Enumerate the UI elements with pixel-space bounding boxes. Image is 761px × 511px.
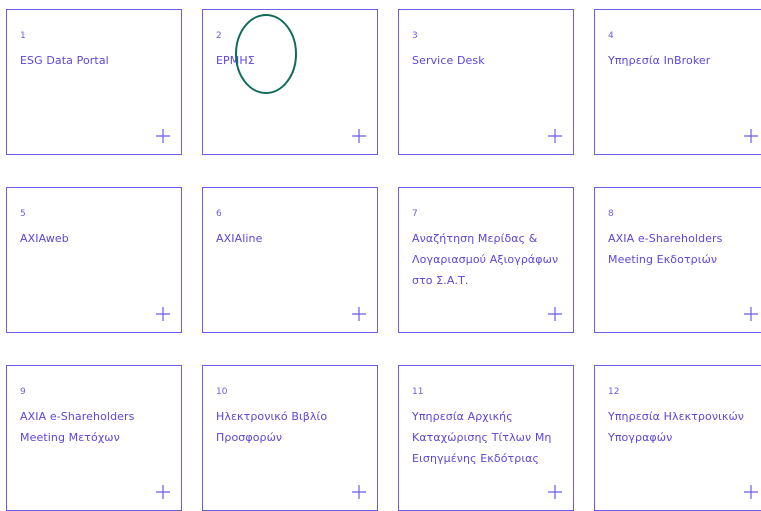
service-card-axialine[interactable]: 6 AXIAline: [202, 187, 378, 333]
plus-icon[interactable]: [547, 484, 563, 500]
service-card-ermis[interactable]: 2 ΕΡΜΗΣ: [202, 9, 378, 155]
card-number: 12: [608, 387, 620, 397]
card-title: ESG Data Portal: [20, 54, 109, 67]
card-title: Ηλεκτρονικό Βιβλίο Προσφορών: [216, 410, 328, 444]
card-title: Υπηρεσία Αρχικής Καταχώρισης Τίτλων Μη Ε…: [412, 410, 552, 465]
card-title: Υπηρεσία InBroker: [608, 54, 711, 67]
card-number: 3: [412, 31, 418, 41]
card-title: AXIA e-Shareholders Meeting Μετόχων: [20, 410, 135, 444]
card-title: Αναζήτηση Μερίδας & Λογαριασμού Αξιογράφ…: [412, 232, 559, 287]
card-number: 4: [608, 31, 614, 41]
plus-icon[interactable]: [743, 306, 759, 322]
service-card-electronic-book[interactable]: 10 Ηλεκτρονικό Βιβλίο Προσφορών: [202, 365, 378, 511]
service-card-shareholders-holders[interactable]: 9 AXIA e-Shareholders Meeting Μετόχων: [6, 365, 182, 511]
card-title: Υπηρεσία Ηλεκτρονικών Υπογραφών: [608, 410, 745, 444]
plus-icon[interactable]: [351, 484, 367, 500]
plus-icon[interactable]: [155, 306, 171, 322]
plus-icon[interactable]: [155, 484, 171, 500]
card-number: 1: [20, 31, 26, 41]
service-card-initial-registration[interactable]: 11 Υπηρεσία Αρχικής Καταχώρισης Τίτλων Μ…: [398, 365, 574, 511]
card-number: 11: [412, 387, 424, 397]
card-title: AXIA e-Shareholders Meeting Εκδοτριών: [608, 232, 723, 266]
service-card-inbroker[interactable]: 4 Υπηρεσία InBroker: [594, 9, 761, 155]
plus-icon[interactable]: [547, 306, 563, 322]
card-number: 9: [20, 387, 26, 397]
plus-icon[interactable]: [743, 128, 759, 144]
card-number: 5: [20, 209, 26, 219]
service-card-account-search[interactable]: 7 Αναζήτηση Μερίδας & Λογαριασμού Αξιογρ…: [398, 187, 574, 333]
card-title: AXIAweb: [20, 232, 69, 245]
card-number: 2: [216, 31, 222, 41]
card-number: 7: [412, 209, 418, 219]
plus-icon[interactable]: [155, 128, 171, 144]
plus-icon[interactable]: [351, 306, 367, 322]
plus-icon[interactable]: [351, 128, 367, 144]
card-number: 8: [608, 209, 614, 219]
card-title: AXIAline: [216, 232, 263, 245]
card-number: 10: [216, 387, 228, 397]
plus-icon[interactable]: [743, 484, 759, 500]
service-card-shareholders-issuers[interactable]: 8 AXIA e-Shareholders Meeting Εκδοτριών: [594, 187, 761, 333]
service-card-axiaweb[interactable]: 5 AXIAweb: [6, 187, 182, 333]
card-title: Service Desk: [412, 54, 485, 67]
service-card-electronic-signatures[interactable]: 12 Υπηρεσία Ηλεκτρονικών Υπογραφών: [594, 365, 761, 511]
service-card-esg-data-portal[interactable]: 1 ESG Data Portal: [6, 9, 182, 155]
plus-icon[interactable]: [547, 128, 563, 144]
card-number: 6: [216, 209, 222, 219]
card-title: ΕΡΜΗΣ: [216, 54, 255, 67]
service-card-service-desk[interactable]: 3 Service Desk: [398, 9, 574, 155]
